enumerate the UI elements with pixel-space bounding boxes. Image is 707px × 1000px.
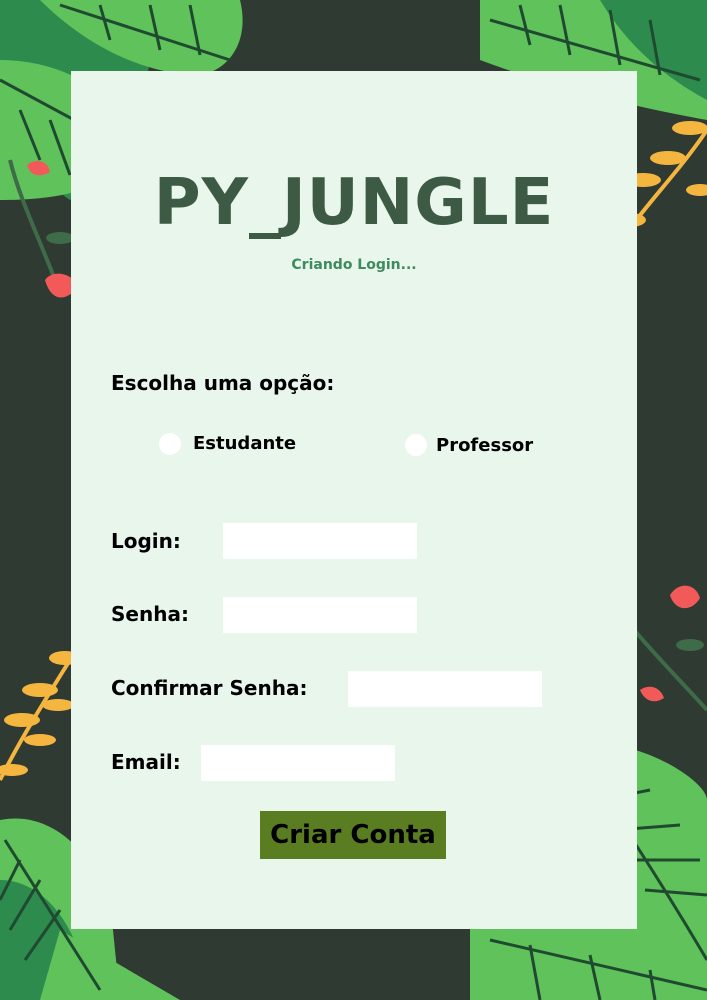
page-subtitle: Criando Login... (291, 257, 417, 273)
signup-panel: PY_JUNGLE Criando Login... Escolha uma o… (71, 71, 637, 929)
password-label: Senha: (111, 602, 189, 626)
role-choice-label: Escolha uma opção: (111, 371, 335, 395)
radio-estudante-label[interactable]: Estudante (193, 433, 296, 454)
radio-estudante[interactable] (159, 433, 181, 455)
email-label: Email: (111, 750, 181, 774)
create-account-button[interactable]: Criar Conta (260, 811, 446, 859)
app-title: PY_JUNGLE (153, 166, 555, 240)
login-label: Login: (111, 529, 181, 553)
login-input[interactable] (223, 523, 417, 559)
radio-professor[interactable] (405, 434, 427, 456)
branch-decoration-left (0, 651, 81, 781)
password-input[interactable] (223, 597, 417, 633)
confirm-password-label: Confirmar Senha: (111, 676, 308, 700)
email-input[interactable] (201, 745, 395, 781)
confirm-password-input[interactable] (348, 671, 542, 707)
radio-professor-label[interactable]: Professor (436, 435, 533, 456)
